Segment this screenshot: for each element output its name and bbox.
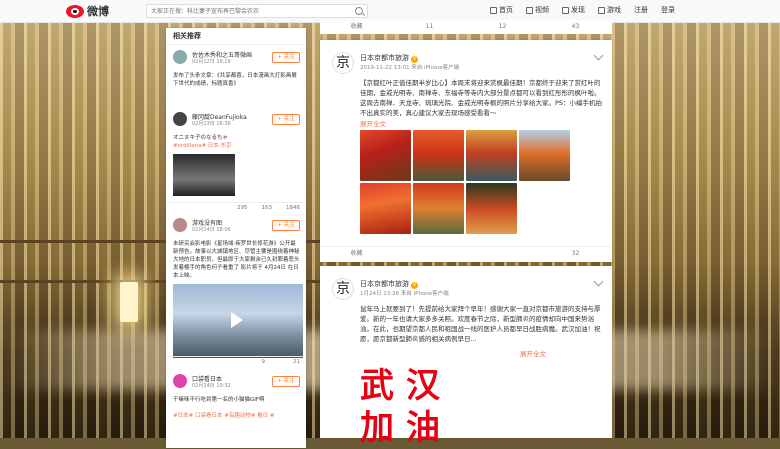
repost-count[interactable]: 9: [262, 357, 266, 366]
post-time: 02月14日 10:32: [192, 383, 231, 389]
video-thumbnail[interactable]: [173, 284, 303, 358]
post-text: 未研买会影电影《星场域·疾罗世长修花游》公开最新预告，故事以大城镇地区、尽管主要…: [173, 241, 300, 279]
photo-grid: [360, 130, 570, 234]
weibo-eye-icon: [66, 4, 84, 18]
photo[interactable]: [413, 130, 464, 181]
like-button[interactable]: 32: [539, 247, 612, 261]
post-tags: #ordillena# 日本·东京: [173, 143, 232, 149]
post-time: 02月12日 16:19: [192, 59, 231, 65]
post-text: 干嘛咪不行吃到第一名的小猫猫GIF啊 #日本# 口袋看日本 #有趣动物# 看日 #: [173, 397, 275, 419]
avatar[interactable]: 京: [332, 278, 354, 300]
nav-login[interactable]: 登录: [661, 5, 675, 15]
sidebar-title: 相关推荐: [166, 28, 306, 45]
repost-count[interactable]: 295: [237, 203, 248, 212]
post-text: オニヌキ子のなるちゃ #ordillena# 日本·东京: [173, 135, 232, 149]
verified-icon: V: [411, 282, 418, 289]
chevron-down-icon[interactable]: [593, 276, 604, 287]
avatar[interactable]: [173, 218, 187, 232]
card-author[interactable]: 日本京都市旅游 V: [360, 53, 418, 63]
avatar[interactable]: [173, 112, 187, 126]
sidebar-post: 藤冈靛DeanFujioka 02月13日 16:36 + 关注 オニヌキ子のな…: [166, 112, 306, 214]
photo[interactable]: [466, 183, 517, 234]
expand-link[interactable]: 展开全文: [360, 118, 386, 128]
photo[interactable]: [466, 130, 517, 181]
avatar[interactable]: [173, 50, 187, 64]
like-count[interactable]: 21: [293, 357, 300, 366]
collect-button[interactable]: 收藏: [320, 247, 393, 261]
card-text: 鼠年马上就要到了！先提前给大家拜个早年！感谢大家一直对京都市旅游的支持与厚爱。新…: [360, 305, 601, 343]
photo-empty: [519, 183, 570, 234]
sidebar-post: 佐佐木秀和之五哥微画 02月12日 16:19 + 关注 发布了头条文章：《共享…: [166, 50, 306, 110]
play-icon[interactable]: [231, 312, 243, 328]
card-text: 【京都红叶正值佳期半岁比心】本周末将迎来赏枫最佳期！京都终于迎来了赏红叶的佳期，…: [360, 79, 603, 117]
lantern: [120, 282, 138, 322]
follow-button[interactable]: + 关注: [272, 220, 300, 231]
photo[interactable]: [413, 183, 464, 234]
post-actions: 295 163 1846: [166, 202, 306, 212]
card-time: 2019-11-22 13:01 来自 iPhone客户端: [360, 65, 460, 71]
comment-button[interactable]: [466, 247, 539, 261]
avatar[interactable]: 京: [332, 52, 354, 74]
poster-char: 油: [406, 408, 440, 448]
follow-button[interactable]: + 关注: [272, 376, 300, 387]
verified-icon: V: [411, 56, 418, 63]
post-time: 02月14日 18:06: [192, 227, 231, 233]
follow-button[interactable]: + 关注: [272, 52, 300, 63]
card-author[interactable]: 日本京都市旅游 V: [360, 279, 418, 289]
post-image[interactable]: [173, 154, 235, 196]
weibo-logo[interactable]: 微博: [66, 3, 109, 19]
recommend-sidebar: 相关推荐 佐佐木秀和之五哥微画 02月12日 16:19 + 关注 发布了头条文…: [166, 28, 306, 448]
post-time: 02月13日 16:36: [192, 121, 231, 127]
weibo-card: 京 日本京都市旅游 V 1月24日 13:26 来自 iPhone客户端 鼠年马上…: [320, 266, 612, 448]
repost-button[interactable]: [393, 247, 466, 261]
weibo-card: 京 日本京都市旅游 V 2019-11-22 13:01 来自 iPhone客户端…: [320, 40, 612, 262]
post-actions: 9 21: [166, 356, 306, 366]
logo-text: 微博: [87, 5, 109, 18]
nav-register[interactable]: 注册: [634, 5, 648, 15]
like-count[interactable]: 1846: [286, 203, 300, 212]
card-actions: 收藏 32: [320, 246, 612, 261]
post-text: 发布了头条文章：《共享都喜，日本漫画大灯影画展下世代的成绩，标题真香》: [173, 73, 297, 87]
follow-button[interactable]: + 关注: [272, 114, 300, 125]
avatar[interactable]: [173, 374, 187, 388]
chevron-down-icon[interactable]: [593, 50, 604, 61]
photo[interactable]: [360, 183, 411, 234]
expand-link[interactable]: 展开全文: [520, 348, 546, 358]
sidebar-post: 口袋看日本 02月14日 10:32 + 关注 干嘛咪不行吃到第一名的小猫猫GI…: [166, 374, 306, 444]
comment-count[interactable]: 163: [262, 203, 273, 212]
poster-char: 加: [360, 408, 394, 448]
photo[interactable]: [360, 130, 411, 181]
card-time: 1月24日 13:26 来自 iPhone客户端: [360, 291, 449, 297]
feed: 京 日本京都市旅游 V 2019-11-22 13:01 来自 iPhone客户端…: [320, 0, 612, 448]
sidebar-post: 游戏没有图 02月14日 18:06 + 关注 未研买会影电影《星场域·疾罗世长…: [166, 218, 306, 368]
post-tags: #日本# 口袋看日本 #有趣动物# 看日 #: [173, 413, 275, 419]
photo[interactable]: [519, 130, 570, 181]
